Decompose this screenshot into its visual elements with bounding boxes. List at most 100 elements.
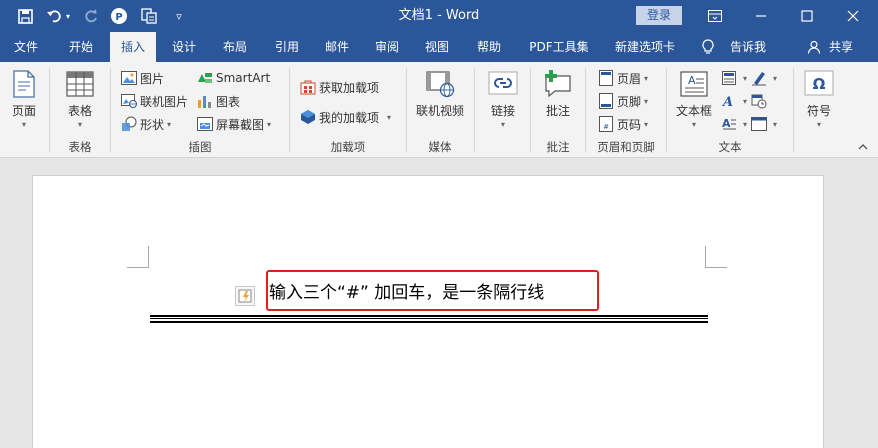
- tell-me-search[interactable]: 告诉我: [724, 32, 772, 62]
- chevron-down-icon: ▾: [500, 120, 505, 129]
- tab-insert[interactable]: 插入: [110, 32, 156, 62]
- svg-text:#: #: [603, 123, 609, 131]
- chevron-down-icon: ▾: [773, 73, 778, 83]
- group-divider: [406, 68, 407, 152]
- svg-text:P: P: [115, 12, 122, 23]
- pdf-tool-icon[interactable]: P: [108, 5, 130, 27]
- lightbulb-icon: [700, 32, 716, 62]
- quick-parts-button[interactable]: ▾: [720, 68, 747, 88]
- save-icon[interactable]: [14, 5, 36, 27]
- collapse-ribbon-icon[interactable]: [858, 142, 868, 153]
- footer-button[interactable]: 页脚 ▾: [597, 91, 648, 111]
- wordart-button[interactable]: A ▾: [720, 91, 748, 111]
- signature-line-button[interactable]: ▾: [750, 68, 777, 88]
- horizontal-rule-middle: [150, 318, 708, 319]
- tab-references[interactable]: 引用: [264, 32, 310, 62]
- smartart-label: SmartArt: [216, 71, 271, 85]
- date-time-button[interactable]: [750, 91, 770, 111]
- online-picture-button[interactable]: 联机图片: [120, 91, 188, 111]
- link-icon: [487, 68, 519, 100]
- my-addins-label: 我的加载项: [319, 110, 380, 125]
- my-addins-icon: [299, 109, 316, 126]
- group-divider: [666, 68, 667, 152]
- group-addins: 获取加载项 我的加载项 ▾ 加载项: [291, 64, 405, 156]
- table-button[interactable]: 表格 ▾: [57, 68, 103, 129]
- comment-label: 批注: [545, 104, 570, 118]
- smartart-button[interactable]: SmartArt: [196, 68, 270, 88]
- tab-review[interactable]: 审阅: [364, 32, 410, 62]
- share-person-icon[interactable]: [806, 32, 822, 62]
- svg-text:A: A: [722, 117, 731, 130]
- tab-layout[interactable]: 布局: [212, 32, 258, 62]
- redo-icon[interactable]: [80, 5, 102, 27]
- group-pages: 页面 ▾: [0, 64, 48, 156]
- smartart-icon: [196, 70, 213, 87]
- autocorrect-options-icon[interactable]: [235, 286, 255, 306]
- touch-mode-icon[interactable]: [138, 5, 160, 27]
- chevron-down-icon: ▾: [743, 73, 748, 83]
- ribbon-display-options-icon[interactable]: [692, 0, 738, 32]
- wordart-icon: A: [720, 93, 737, 110]
- crop-mark-top-right: [705, 246, 727, 268]
- quick-parts-icon: [720, 70, 737, 87]
- my-addins-button[interactable]: 我的加载项 ▾: [299, 107, 391, 127]
- links-button[interactable]: 链接 ▾: [480, 68, 526, 129]
- online-video-icon: [424, 68, 456, 100]
- online-video-button[interactable]: 联机视频: [416, 68, 465, 119]
- tab-design[interactable]: 设计: [162, 32, 206, 62]
- page-number-button[interactable]: # 页码 ▾: [597, 114, 648, 134]
- document-page[interactable]: 输入三个“#” 加回车，是一条隔行线: [32, 175, 824, 448]
- close-icon[interactable]: [830, 0, 876, 32]
- comment-button[interactable]: 批注: [535, 68, 581, 119]
- online-picture-icon: [120, 93, 137, 110]
- login-button[interactable]: 登录: [636, 6, 682, 25]
- customize-quick-access-icon[interactable]: ▿: [168, 5, 190, 27]
- highlight-box: [266, 270, 599, 311]
- chevron-down-icon: ▾: [21, 120, 26, 129]
- chevron-down-icon: ▾: [644, 73, 649, 83]
- group-addins-label: 加载项: [330, 140, 366, 154]
- pages-label: 页面: [11, 104, 36, 118]
- shapes-button[interactable]: 形状 ▾: [120, 114, 171, 134]
- group-illustrations-label: 插图: [188, 140, 212, 154]
- textbox-button[interactable]: A 文本框 ▾: [671, 68, 717, 129]
- header-button[interactable]: 页眉 ▾: [597, 68, 648, 88]
- shapes-label: 形状: [140, 117, 165, 132]
- picture-icon: [120, 70, 137, 87]
- tab-new-tab[interactable]: 新建选项卡: [606, 32, 684, 62]
- maximize-icon[interactable]: [784, 0, 830, 32]
- horizontal-rule-top: [150, 315, 708, 317]
- online-video-label: 联机视频: [416, 104, 465, 118]
- header-label: 页眉: [617, 71, 642, 86]
- undo-dropdown-icon[interactable]: ▾: [62, 5, 74, 27]
- page-number-icon: #: [597, 116, 614, 133]
- tab-home[interactable]: 开始: [58, 32, 104, 62]
- table-icon: [64, 68, 96, 100]
- drop-cap-icon: A: [720, 116, 737, 133]
- tab-mailings[interactable]: 邮件: [314, 32, 360, 62]
- chart-button[interactable]: 图表: [196, 91, 240, 111]
- drop-cap-button[interactable]: A ▾: [720, 114, 748, 134]
- svg-text:A: A: [722, 95, 733, 108]
- tab-help[interactable]: 帮助: [466, 32, 512, 62]
- group-divider: [289, 68, 290, 152]
- object-button[interactable]: ▾: [750, 114, 777, 134]
- symbol-button[interactable]: Ω 符号 ▾: [796, 68, 842, 129]
- chevron-down-icon: ▾: [77, 120, 82, 129]
- get-addins-button[interactable]: 获取加载项: [299, 77, 379, 97]
- tab-pdf-tools[interactable]: PDF工具集: [522, 32, 596, 62]
- group-divider: [474, 68, 475, 152]
- group-tables-label: 表格: [68, 140, 92, 154]
- chevron-down-icon: ▾: [267, 119, 272, 129]
- pages-button[interactable]: 页面 ▾: [1, 68, 47, 129]
- picture-button[interactable]: 图片: [120, 68, 164, 88]
- signature-line-icon: [750, 70, 767, 87]
- screenshot-button[interactable]: 屏幕截图 ▾: [196, 114, 271, 134]
- chart-icon: [196, 93, 213, 110]
- share-button[interactable]: 共享: [824, 32, 858, 62]
- tab-view[interactable]: 视图: [414, 32, 460, 62]
- minimize-icon[interactable]: [738, 0, 784, 32]
- group-comments-label: 批注: [546, 140, 570, 154]
- footer-icon: [597, 93, 614, 110]
- tab-file[interactable]: 文件: [4, 32, 48, 62]
